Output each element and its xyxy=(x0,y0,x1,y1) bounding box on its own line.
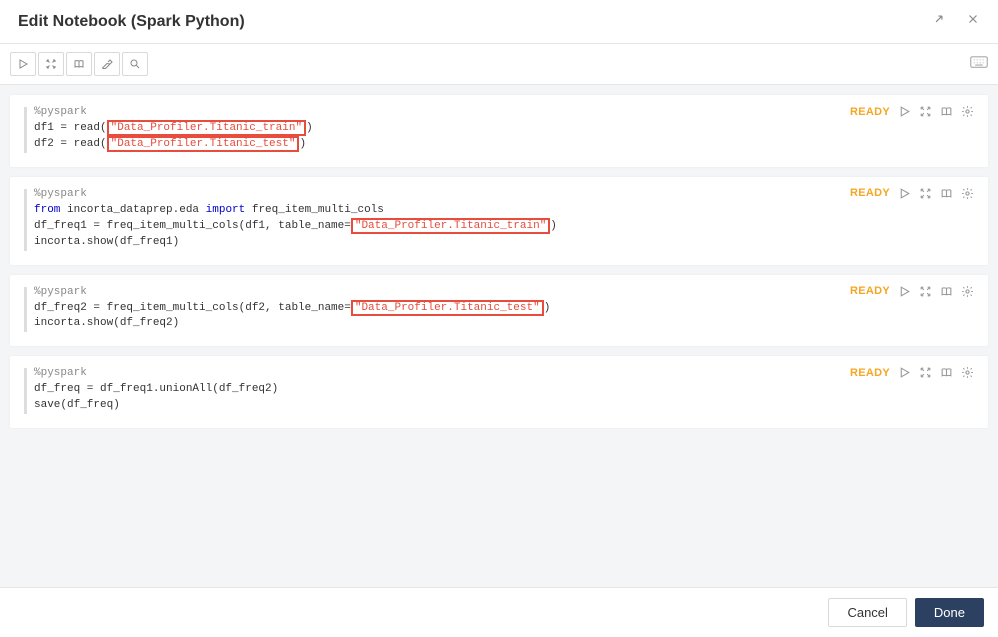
code-content[interactable]: %pyspark df_freq2 = freq_item_multi_cols… xyxy=(34,285,974,333)
book-icon[interactable] xyxy=(940,366,953,379)
keyword-from: from xyxy=(34,204,60,216)
cell-status-bar: READY xyxy=(850,187,974,200)
gear-icon[interactable] xyxy=(961,105,974,118)
code-text: ) xyxy=(299,138,306,150)
expand-icon[interactable] xyxy=(932,12,946,31)
play-icon[interactable] xyxy=(898,187,911,200)
toolbar-right xyxy=(970,55,988,73)
code-content[interactable]: %pyspark df_freq = df_freq1.unionAll(df_… xyxy=(34,366,974,414)
gear-icon[interactable] xyxy=(961,285,974,298)
status-ready: READY xyxy=(850,367,890,379)
expand-cells-button[interactable] xyxy=(38,52,64,76)
code-content[interactable]: %pyspark from incorta_dataprep.eda impor… xyxy=(34,187,974,251)
magic-directive: %pyspark xyxy=(34,188,87,200)
cell-indicator xyxy=(24,287,27,333)
code-text: ) xyxy=(544,302,551,314)
code-text: df1 = read( xyxy=(34,122,107,134)
code-cell[interactable]: READY %pyspark df_freq = df_freq1.unionA… xyxy=(10,356,988,428)
code-text: incorta.show(df_freq2) xyxy=(34,317,179,329)
code-text: freq_item_multi_cols xyxy=(245,204,384,216)
expand-icon[interactable] xyxy=(919,187,932,200)
play-icon[interactable] xyxy=(898,105,911,118)
gear-icon[interactable] xyxy=(961,187,974,200)
magic-directive: %pyspark xyxy=(34,367,87,379)
keyboard-icon[interactable] xyxy=(970,55,988,72)
code-cell[interactable]: READY %pyspark df1 = read("Data_Profiler… xyxy=(10,95,988,167)
magic-directive: %pyspark xyxy=(34,106,87,118)
play-icon[interactable] xyxy=(898,285,911,298)
expand-icon[interactable] xyxy=(919,366,932,379)
status-ready: READY xyxy=(850,285,890,297)
cell-status-bar: READY xyxy=(850,105,974,118)
magic-directive: %pyspark xyxy=(34,286,87,298)
header-actions xyxy=(932,12,980,31)
cell-indicator xyxy=(24,189,27,251)
expand-icon[interactable] xyxy=(919,285,932,298)
run-button[interactable] xyxy=(10,52,36,76)
code-text: incorta.show(df_freq1) xyxy=(34,236,179,248)
cell-status-bar: READY xyxy=(850,366,974,379)
code-text: ) xyxy=(306,122,313,134)
highlighted-ref: "Data_Profiler.Titanic_train" xyxy=(107,120,306,136)
close-icon[interactable] xyxy=(966,12,980,31)
modal-title: Edit Notebook (Spark Python) xyxy=(18,13,245,31)
book-icon[interactable] xyxy=(940,187,953,200)
modal-footer: Cancel Done xyxy=(0,587,998,637)
keyword-import: import xyxy=(206,204,246,216)
cell-indicator xyxy=(24,368,27,414)
highlighted-ref: "Data_Profiler.Titanic_train" xyxy=(351,218,550,234)
erase-button[interactable] xyxy=(94,52,120,76)
code-text: df_freq1 = freq_item_multi_cols(df1, tab… xyxy=(34,220,351,232)
code-text: df2 = read( xyxy=(34,138,107,150)
toolbar-left xyxy=(10,52,148,76)
modal-header: Edit Notebook (Spark Python) xyxy=(0,0,998,44)
expand-icon[interactable] xyxy=(919,105,932,118)
book-button[interactable] xyxy=(66,52,92,76)
search-button[interactable] xyxy=(122,52,148,76)
code-content[interactable]: %pyspark df1 = read("Data_Profiler.Titan… xyxy=(34,105,974,153)
cancel-button[interactable]: Cancel xyxy=(828,598,906,627)
highlighted-ref: "Data_Profiler.Titanic_test" xyxy=(351,300,544,316)
cell-status-bar: READY xyxy=(850,285,974,298)
code-text: ) xyxy=(550,220,557,232)
notebook-toolbar xyxy=(0,44,998,85)
done-button[interactable]: Done xyxy=(915,598,984,627)
status-ready: READY xyxy=(850,106,890,118)
highlighted-ref: "Data_Profiler.Titanic_test" xyxy=(107,136,300,152)
cell-indicator xyxy=(24,107,27,153)
code-text: df_freq2 = freq_item_multi_cols(df2, tab… xyxy=(34,302,351,314)
code-text: incorta_dataprep.eda xyxy=(60,204,205,216)
book-icon[interactable] xyxy=(940,105,953,118)
status-ready: READY xyxy=(850,187,890,199)
code-cell[interactable]: READY %pyspark from incorta_dataprep.eda… xyxy=(10,177,988,265)
code-cell[interactable]: READY %pyspark df_freq2 = freq_item_mult… xyxy=(10,275,988,347)
notebook-content: READY %pyspark df1 = read("Data_Profiler… xyxy=(0,85,998,587)
code-text: df_freq = df_freq1.unionAll(df_freq2) sa… xyxy=(34,383,278,411)
book-icon[interactable] xyxy=(940,285,953,298)
play-icon[interactable] xyxy=(898,366,911,379)
gear-icon[interactable] xyxy=(961,366,974,379)
